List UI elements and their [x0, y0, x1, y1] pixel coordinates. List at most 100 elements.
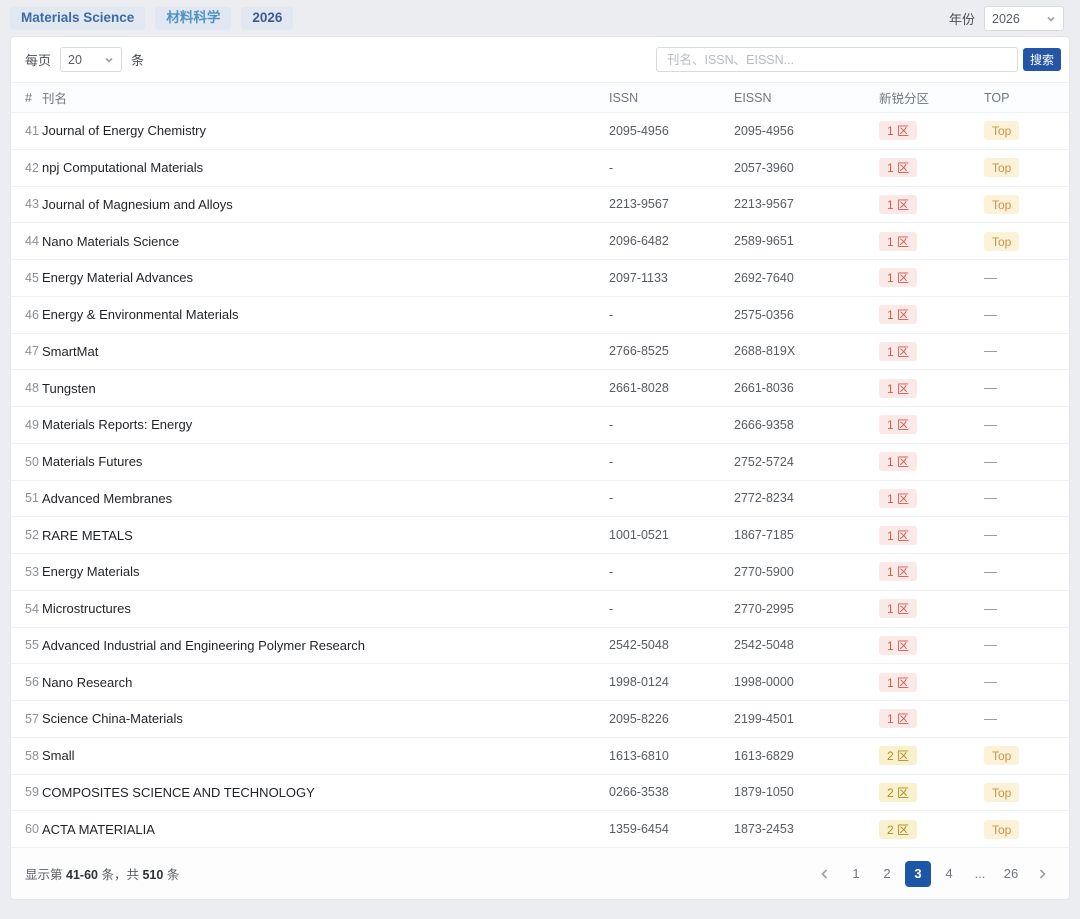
partition-badge: 1 区: [879, 342, 917, 361]
summary-range: 41-60: [66, 868, 98, 882]
top-empty: —: [984, 711, 997, 726]
top-cell: —: [984, 379, 1069, 397]
journal-name[interactable]: Microstructures: [42, 601, 609, 616]
journal-name[interactable]: ACTA MATERIALIA: [42, 822, 609, 837]
journal-name[interactable]: RARE METALS: [42, 528, 609, 543]
partition-cell: 2 区: [879, 820, 984, 839]
search-group: 搜索: [656, 47, 1061, 72]
issn-value: 1001-0521: [609, 528, 734, 542]
row-number: 48: [11, 381, 42, 395]
journal-name[interactable]: Materials Reports: Energy: [42, 417, 609, 432]
partition-cell: 1 区: [879, 562, 984, 581]
issn-value: 1613-6810: [609, 749, 734, 763]
issn-value: 2097-1133: [609, 271, 734, 285]
row-number: 57: [11, 712, 42, 726]
prev-page-button[interactable]: [812, 861, 838, 887]
issn-value: -: [609, 161, 734, 175]
journal-name[interactable]: Advanced Membranes: [42, 491, 609, 506]
top-empty: —: [984, 307, 997, 322]
issn-value: 1998-0124: [609, 675, 734, 689]
table-row: 53Energy Materials-2770-59001 区—: [11, 554, 1069, 591]
pagination: 1234...26: [812, 861, 1055, 887]
chevron-down-icon: [104, 55, 114, 65]
table-row: 49Materials Reports: Energy-2666-93581 区…: [11, 407, 1069, 444]
row-number: 43: [11, 197, 42, 211]
row-number: 53: [11, 565, 42, 579]
row-number: 59: [11, 785, 42, 799]
table-toolbar: 每页 20 条 搜索: [11, 37, 1069, 82]
table-row: 50Materials Futures-2752-57241 区—: [11, 444, 1069, 481]
chevron-right-icon: [1036, 868, 1048, 880]
journal-name[interactable]: Energy Materials: [42, 564, 609, 579]
journal-name[interactable]: SmartMat: [42, 344, 609, 359]
row-number: 50: [11, 455, 42, 469]
top-empty: —: [984, 564, 997, 579]
table-body: 41Journal of Energy Chemistry2095-495620…: [11, 113, 1069, 848]
journal-name[interactable]: Nano Research: [42, 675, 609, 690]
eissn-value: 2199-4501: [734, 712, 879, 726]
eissn-value: 2688-819X: [734, 344, 879, 358]
category-tag[interactable]: Materials Science: [10, 7, 145, 30]
partition-badge: 1 区: [879, 158, 917, 177]
next-page-button[interactable]: [1029, 861, 1055, 887]
category-tag[interactable]: 2026: [241, 7, 293, 30]
per-page-select[interactable]: 20: [60, 47, 122, 72]
top-cell: —: [984, 526, 1069, 544]
page-button[interactable]: 4: [936, 861, 962, 887]
journal-name[interactable]: npj Computational Materials: [42, 160, 609, 175]
partition-cell: 1 区: [879, 636, 984, 655]
journal-name[interactable]: COMPOSITES SCIENCE AND TECHNOLOGY: [42, 785, 609, 800]
table-row: 56Nano Research1998-01241998-00001 区—: [11, 664, 1069, 701]
partition-badge: 1 区: [879, 232, 917, 251]
top-cell: —: [984, 342, 1069, 360]
page-button[interactable]: 2: [874, 861, 900, 887]
journal-name[interactable]: Tungsten: [42, 381, 609, 396]
top-cell: —: [984, 710, 1069, 728]
search-button[interactable]: 搜索: [1023, 48, 1061, 71]
page-button[interactable]: 26: [998, 861, 1024, 887]
journal-name[interactable]: Nano Materials Science: [42, 234, 609, 249]
issn-value: 0266-3538: [609, 785, 734, 799]
row-number: 51: [11, 491, 42, 505]
category-tag[interactable]: 材料科学: [155, 7, 231, 30]
col-header-eissn: EISSN: [734, 91, 879, 105]
top-cell: Top: [984, 746, 1069, 765]
journal-name[interactable]: Science China-Materials: [42, 711, 609, 726]
page-button[interactable]: 1: [843, 861, 869, 887]
partition-cell: 1 区: [879, 599, 984, 618]
table-row: 48Tungsten2661-80282661-80361 区—: [11, 370, 1069, 407]
journal-name[interactable]: Journal of Magnesium and Alloys: [42, 197, 609, 212]
journal-name[interactable]: Energy & Environmental Materials: [42, 307, 609, 322]
table-row: 43Journal of Magnesium and Alloys2213-95…: [11, 187, 1069, 224]
journal-name[interactable]: Materials Futures: [42, 454, 609, 469]
journal-name[interactable]: Advanced Industrial and Engineering Poly…: [42, 638, 609, 653]
row-number: 47: [11, 344, 42, 358]
partition-cell: 1 区: [879, 268, 984, 287]
table-row: 46Energy & Environmental Materials-2575-…: [11, 297, 1069, 334]
top-cell: —: [984, 563, 1069, 581]
top-empty: —: [984, 270, 997, 285]
year-select[interactable]: 2026: [984, 6, 1064, 31]
row-number: 44: [11, 234, 42, 248]
search-input[interactable]: [656, 47, 1018, 72]
journal-name[interactable]: Journal of Energy Chemistry: [42, 123, 609, 138]
top-cell: Top: [984, 232, 1069, 251]
top-cell: —: [984, 306, 1069, 324]
partition-badge: 1 区: [879, 415, 917, 434]
page-button-active[interactable]: 3: [905, 861, 931, 887]
issn-value: -: [609, 418, 734, 432]
issn-value: -: [609, 602, 734, 616]
table-row: 54Microstructures-2770-29951 区—: [11, 591, 1069, 628]
journal-name[interactable]: Energy Material Advances: [42, 270, 609, 285]
partition-badge: 1 区: [879, 305, 917, 324]
year-filter: 年份 2026: [949, 6, 1068, 31]
top-cell: Top: [984, 820, 1069, 839]
partition-badge: 1 区: [879, 379, 917, 398]
issn-value: 2661-8028: [609, 381, 734, 395]
top-badge: Top: [984, 746, 1019, 765]
result-summary: 显示第 41-60 条，共 510 条: [25, 864, 179, 883]
top-empty: —: [984, 417, 997, 432]
journal-name[interactable]: Small: [42, 748, 609, 763]
partition-badge: 1 区: [879, 673, 917, 692]
partition-cell: 1 区: [879, 379, 984, 398]
